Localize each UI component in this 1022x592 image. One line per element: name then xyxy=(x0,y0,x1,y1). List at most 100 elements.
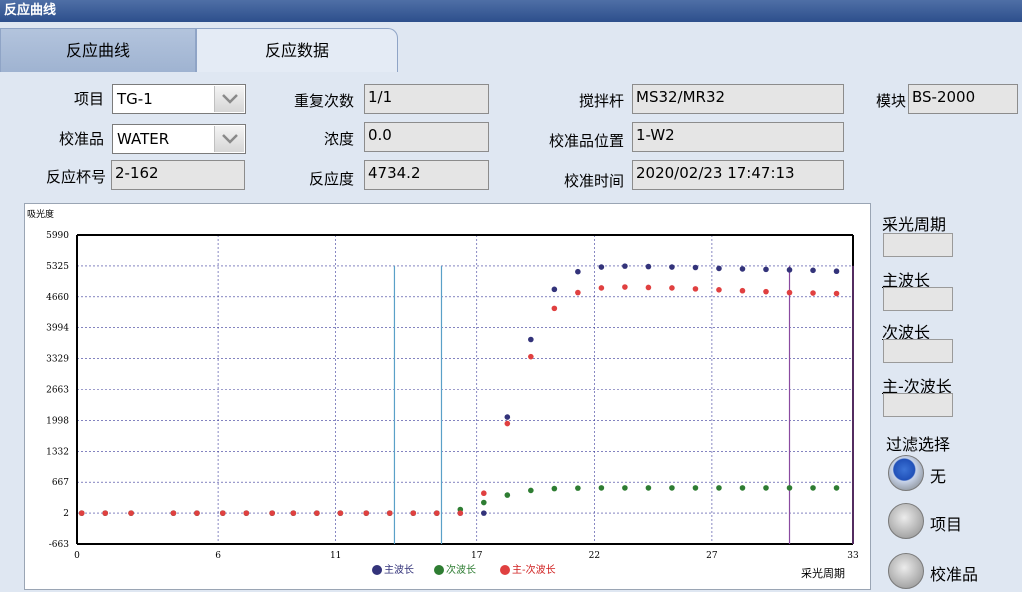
module-field[interactable]: BS-2000 xyxy=(908,84,1018,114)
reactivity-label: 反应度 xyxy=(308,170,354,188)
data-point xyxy=(833,485,840,491)
legend-marker xyxy=(500,565,510,575)
data-point xyxy=(410,510,417,516)
data-point xyxy=(504,420,511,427)
data-point xyxy=(194,510,200,516)
data-point xyxy=(692,286,699,292)
data-point xyxy=(622,284,628,290)
x-tick-label: 17 xyxy=(471,551,483,561)
cal-time-field[interactable]: 2020/02/23 17:47:13 xyxy=(632,160,844,190)
info-form: 项目 TG-1 校准品 WATER 反应杯号 2-162 重复次数 1/1 浓度… xyxy=(0,72,1022,200)
mixer-field[interactable]: MS32/MR32 xyxy=(632,84,844,114)
data-point xyxy=(598,485,605,491)
data-point xyxy=(716,485,722,491)
filter-radio-calibrator[interactable] xyxy=(888,553,924,589)
item-label: 项目 xyxy=(73,90,104,108)
data-point xyxy=(786,267,793,273)
conc-label: 浓度 xyxy=(323,130,354,148)
data-point xyxy=(243,510,250,516)
data-point xyxy=(528,353,534,360)
side-panel: 采光周期 主波长 次波长 主-次波长 过滤选择 无 项目 校准品 xyxy=(880,203,1020,592)
data-point xyxy=(504,492,511,498)
data-point xyxy=(170,510,177,516)
data-point xyxy=(598,285,605,291)
data-point xyxy=(645,284,652,291)
data-point xyxy=(128,510,134,516)
data-point xyxy=(692,485,699,491)
reaction-curve-chart: 吸光度 5990 5325 4660 3994 3329 2663 1998 1332 667 2 -… xyxy=(24,203,871,590)
x-tick-label: 22 xyxy=(589,551,600,561)
tab-reaction-curve[interactable]: 反应曲线 xyxy=(0,28,196,72)
sub-wave-field[interactable] xyxy=(883,339,953,363)
module-label: 模块 xyxy=(875,92,906,110)
data-point xyxy=(290,510,297,516)
data-point xyxy=(78,510,85,516)
data-point xyxy=(810,485,816,491)
data-point xyxy=(575,289,581,296)
diff-wave-field[interactable] xyxy=(883,393,953,417)
main-wave-field[interactable] xyxy=(883,287,953,311)
y-tick-label: 4660 xyxy=(46,293,69,303)
data-point xyxy=(669,285,675,291)
cup-label: 反应杯号 xyxy=(45,168,106,186)
chevron-down-icon xyxy=(222,134,238,144)
data-point xyxy=(716,287,722,293)
y-tick-label: 2 xyxy=(63,509,69,519)
item-select-value: TG-1 xyxy=(117,90,153,108)
legend-label: 主波长 xyxy=(384,563,414,576)
y-tick-label: 1998 xyxy=(46,416,69,426)
data-point xyxy=(269,510,275,516)
x-tick-label: 11 xyxy=(330,551,341,561)
data-point xyxy=(363,510,370,516)
calibrator-dropdown-button[interactable] xyxy=(214,126,244,152)
data-point xyxy=(739,485,746,491)
conc-field[interactable]: 0.0 xyxy=(364,122,489,152)
data-point xyxy=(645,485,652,491)
period-field[interactable] xyxy=(883,233,953,257)
cal-pos-field[interactable]: 1-W2 xyxy=(632,122,844,152)
data-point xyxy=(481,490,487,497)
tab-strip: 反应曲线 反应数据 xyxy=(0,22,1022,72)
filter-radio-item[interactable] xyxy=(888,503,924,539)
data-point xyxy=(692,264,699,271)
filter-radio-item-label: 项目 xyxy=(930,515,963,534)
repeat-field[interactable]: 1/1 xyxy=(364,84,489,114)
y-tick-label: -663 xyxy=(49,540,69,550)
y-tick-label: 5990 xyxy=(46,231,69,241)
data-point xyxy=(219,510,226,516)
y-tick-label: 667 xyxy=(52,478,69,488)
calibrator-select-value: WATER xyxy=(117,130,170,148)
data-point xyxy=(739,287,746,294)
data-point xyxy=(457,510,464,516)
data-point xyxy=(551,485,558,492)
legend-label: 次波长 xyxy=(446,563,476,576)
x-axis-label: 采光周期 xyxy=(801,566,845,580)
item-dropdown-button[interactable] xyxy=(214,86,244,112)
calibrator-label: 校准品 xyxy=(58,130,104,148)
data-point xyxy=(337,510,344,516)
filter-radio-none[interactable] xyxy=(888,455,924,491)
item-select[interactable]: TG-1 xyxy=(112,84,246,114)
data-point xyxy=(645,263,652,270)
data-point xyxy=(833,290,840,297)
data-point xyxy=(763,266,769,273)
data-point xyxy=(386,510,393,516)
data-point xyxy=(669,264,675,270)
reactivity-field[interactable]: 4734.2 xyxy=(364,160,489,190)
data-point xyxy=(763,288,769,295)
legend-marker xyxy=(372,565,382,575)
data-point xyxy=(481,510,487,516)
data-point xyxy=(786,485,793,491)
data-point xyxy=(833,268,840,275)
data-point xyxy=(575,485,581,491)
tab-reaction-data[interactable]: 反应数据 xyxy=(196,28,398,72)
cup-field[interactable]: 2-162 xyxy=(111,160,245,190)
calibrator-select[interactable]: WATER xyxy=(112,124,246,154)
data-point xyxy=(102,510,109,516)
filter-label: 过滤选择 xyxy=(886,435,951,454)
y-tick-label: 3329 xyxy=(46,355,69,365)
data-point xyxy=(551,305,558,312)
data-point xyxy=(786,289,793,296)
y-tick-label: 3994 xyxy=(46,324,69,334)
chart-canvas: 吸光度 5990 5325 4660 3994 3329 2663 1998 1332 667 2 -… xyxy=(27,208,859,580)
